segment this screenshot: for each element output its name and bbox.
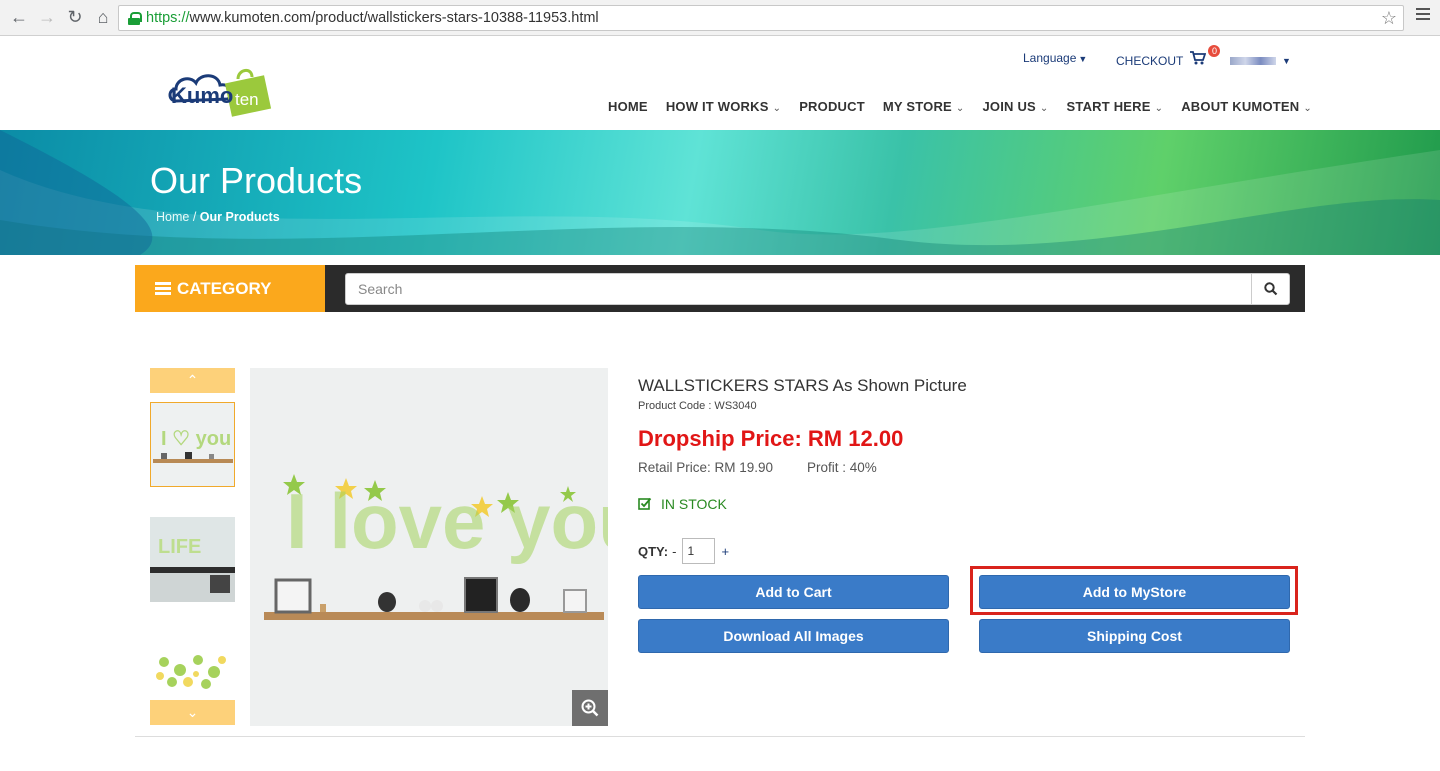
chevron-up-icon: ⌃ xyxy=(186,372,199,388)
cart-icon: 0 xyxy=(1190,45,1221,68)
caret-down-icon: ▼ xyxy=(1282,56,1291,66)
dropship-price: Dropship Price: RM 12.00 xyxy=(638,426,904,451)
search-input[interactable]: Search xyxy=(345,273,1252,305)
breadcrumb: Home / Our Products xyxy=(156,210,280,224)
nav-item-product[interactable]: PRODUCT xyxy=(799,99,865,114)
reload-icon[interactable]: ↻ xyxy=(62,5,88,31)
checkout-label: CHECKOUT xyxy=(1116,54,1184,68)
nav-item-start-here[interactable]: START HERE ⌄ xyxy=(1067,99,1164,114)
logo-text-kumo: Kumo xyxy=(171,83,233,108)
cart-count-badge: 0 xyxy=(1208,45,1221,57)
url-text: www.kumoten.com/product/wallstickers-sta… xyxy=(189,10,599,26)
nav-item-my-store[interactable]: MY STORE ⌄ xyxy=(883,99,965,114)
shipping-cost-button[interactable]: Shipping Cost xyxy=(979,619,1290,653)
caret-down-icon: ▼ xyxy=(1078,54,1088,64)
category-search-bar: CATEGORY Search xyxy=(135,265,1305,312)
product-title: WALLSTICKERS STARS As Shown Picture xyxy=(638,376,967,395)
nav-item-join-us[interactable]: JOIN US ⌄ xyxy=(983,99,1049,114)
search-button[interactable] xyxy=(1251,273,1290,305)
browser-menu-icon[interactable] xyxy=(1416,8,1430,22)
profit-percent: Profit : 40% xyxy=(807,460,877,475)
thumbnail-2[interactable]: LIFE xyxy=(150,517,235,602)
thumbnail-1[interactable]: I ♡ you xyxy=(150,402,235,487)
page-title: Our Products xyxy=(150,160,363,201)
back-icon[interactable]: ← xyxy=(6,5,32,31)
url-scheme: https:// xyxy=(146,10,190,26)
chevron-down-icon: ⌄ xyxy=(1154,103,1164,114)
stock-status: IN STOCK xyxy=(638,496,727,512)
thumbnail-scroll-up-button[interactable]: ⌃ xyxy=(150,368,235,393)
product-main-image[interactable]: I love you xyxy=(250,368,608,726)
bookmark-star-icon[interactable]: ☆ xyxy=(1381,8,1397,29)
category-button[interactable]: CATEGORY xyxy=(135,265,325,312)
main-navigation: HOME HOW IT WORKS ⌄ PRODUCT MY STORE ⌄ JOIN US… xyxy=(608,99,1330,114)
logo-text-ten: ten xyxy=(235,90,259,109)
breadcrumb-current: Our Products xyxy=(199,210,280,224)
decal-text: I love you xyxy=(286,477,608,565)
thumbnail-scroll-down-button[interactable]: ⌄ xyxy=(150,700,235,725)
add-to-cart-button[interactable]: Add to Cart xyxy=(638,575,949,609)
qty-input[interactable]: 1 xyxy=(682,538,716,564)
language-dropdown[interactable]: Language ▼ xyxy=(1023,51,1087,65)
hamburger-icon xyxy=(155,280,171,297)
nav-item-label: ABOUT KUMOTEN xyxy=(1181,99,1300,114)
site-header: Kumo ten Language ▼ CHECKOUT 0 ▼ HOME HOW … xyxy=(0,37,1440,130)
zoom-button[interactable] xyxy=(572,690,608,726)
retail-price: Retail Price: RM 19.90 xyxy=(638,460,774,475)
highlight-box xyxy=(970,566,1298,615)
quantity-stepper: QTY: - 1 + xyxy=(638,538,729,564)
stock-label: IN STOCK xyxy=(661,496,727,512)
user-account-dropdown[interactable]: ▼ xyxy=(1230,53,1291,67)
section-divider xyxy=(135,736,1305,737)
chevron-down-icon: ⌄ xyxy=(772,103,782,114)
category-label: CATEGORY xyxy=(177,278,272,298)
nav-item-label: PRODUCT xyxy=(799,99,865,114)
checkout-link[interactable]: CHECKOUT 0 xyxy=(1116,45,1221,68)
svg-text:I ♡ you: I ♡ you xyxy=(161,428,231,450)
browser-toolbar: ← → ↻ ⌂ https://www.kumoten.com/product/… xyxy=(0,0,1440,36)
qty-label: QTY: xyxy=(638,543,669,559)
nav-item-label: HOW IT WORKS xyxy=(665,99,769,114)
nav-item-how-it-works[interactable]: HOW IT WORKS ⌄ xyxy=(666,99,781,114)
search-icon xyxy=(1263,282,1277,296)
product-code: Product Code : WS3040 xyxy=(638,400,757,412)
zoom-in-icon xyxy=(581,699,599,717)
avatar xyxy=(1230,56,1276,65)
chevron-down-icon: ⌄ xyxy=(955,103,965,114)
nav-item-label: HOME xyxy=(608,99,648,114)
download-all-images-button[interactable]: Download All Images xyxy=(638,619,949,653)
home-icon[interactable]: ⌂ xyxy=(90,5,116,31)
page-banner: Our Products Home / Our Products xyxy=(0,130,1440,255)
nav-item-home[interactable]: HOME xyxy=(608,99,648,114)
chevron-down-icon: ⌄ xyxy=(1303,103,1312,114)
language-label: Language xyxy=(1023,51,1077,65)
svg-text:LIFE: LIFE xyxy=(158,536,201,558)
nav-item-label: MY STORE xyxy=(882,99,952,114)
breadcrumb-separator: / xyxy=(192,210,197,224)
chevron-down-icon: ⌄ xyxy=(1039,103,1049,114)
nav-item-label: START HERE xyxy=(1066,99,1151,114)
address-bar[interactable]: https://www.kumoten.com/product/wallstic… xyxy=(118,5,1404,31)
nav-item-label: JOIN US xyxy=(982,99,1036,114)
qty-decrement-button[interactable]: - xyxy=(672,544,676,559)
kumoten-logo[interactable]: Kumo ten xyxy=(168,65,272,117)
breadcrumb-home[interactable]: Home xyxy=(156,210,189,224)
qty-increment-button[interactable]: + xyxy=(721,544,729,559)
check-square-icon xyxy=(638,497,652,510)
nav-item-about-kumoten[interactable]: ABOUT KUMOTEN ⌄ xyxy=(1181,99,1312,114)
lock-icon xyxy=(128,11,142,25)
chevron-down-icon: ⌄ xyxy=(186,704,199,720)
forward-icon[interactable]: → xyxy=(34,5,60,31)
